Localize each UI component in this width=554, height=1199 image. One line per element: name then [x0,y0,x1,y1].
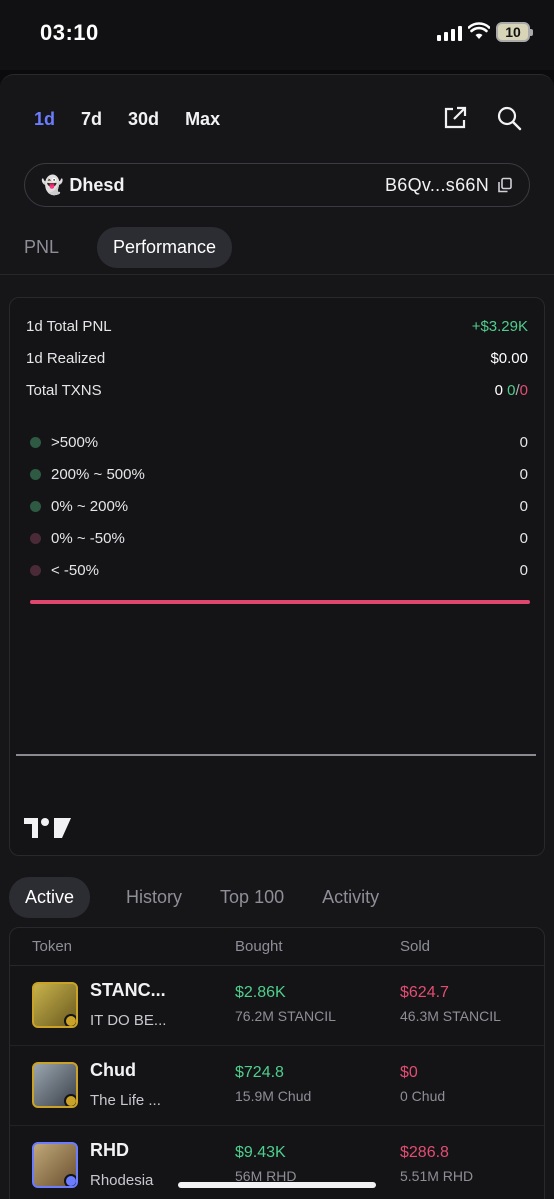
wifi-icon [468,22,490,39]
txns-total: 0 [494,382,503,399]
tab-pnl[interactable]: PNL [24,237,59,258]
total-pnl-label: 1d Total PNL [26,318,112,335]
token-badge-icon [64,1174,76,1186]
total-pnl-value: +$3.29K [471,318,528,335]
table-header: Token Bought Sold [10,928,544,966]
tab-top100[interactable]: Top 100 [220,887,284,908]
token-name: Chud [90,1060,136,1080]
table-row[interactable]: STANC... IT DO BE... $2.86K 76.2M STANCI… [10,966,544,1046]
tradingview-logo-icon[interactable] [24,816,72,840]
bought-value: $9.43K [235,1144,286,1161]
dist-row: 0% ~ -50% 0 [30,530,528,547]
wallet-name: 👻 Dhesd [41,175,124,196]
tab-activity[interactable]: Activity [322,887,379,908]
dist-dot [30,565,41,576]
txns-value: 0 0/0 [495,382,528,399]
external-link-icon[interactable] [442,105,468,131]
sold-qty: 0 Chud [400,1088,446,1104]
dist-row: 0% ~ 200% 0 [30,498,528,515]
dist-label: >500% [51,434,99,451]
dist-dot [30,437,41,448]
token-avatar [32,1062,78,1108]
bought-value: $2.86K [235,984,286,1001]
wallet-address: B6Qv...s66N [385,175,513,196]
dist-count: 0 [519,466,528,483]
time-range-selector: 1d 7d 30d Max [34,109,246,130]
token-avatar [32,1142,78,1188]
token-badge-icon [64,1014,76,1026]
txns-label: Total TXNS [26,382,102,399]
copy-icon[interactable] [497,177,513,193]
range-30d[interactable]: 30d [128,109,159,130]
top-actions [442,105,522,131]
ghost-icon: 👻 [41,174,64,195]
sold-value: $624.7 [400,984,449,1001]
realized-value: $0.00 [490,350,528,367]
token-name: RHD [90,1140,129,1160]
token-name: STANC... [90,980,166,1000]
realized-label: 1d Realized [26,350,106,367]
token-subtitle: IT DO BE... [90,1012,167,1029]
wallet-name-label: Dhesd [69,174,125,195]
status-bar: 03:10 10 [0,0,554,70]
header-token: Token [32,938,73,955]
battery-icon: 10 [496,22,533,42]
dist-row: < -50% 0 [30,562,528,579]
dist-count: 0 [519,434,528,451]
dist-label: 200% ~ 500% [51,466,145,483]
wallet-sheet: 1d 7d 30d Max 👻 Dhesd B6Qv...s66N PNL Pe [0,74,554,1199]
dist-label: 0% ~ -50% [51,530,125,547]
bought-value: $724.8 [235,1064,284,1081]
dist-count: 0 [519,498,528,515]
pnl-chart-line [16,754,536,756]
txns-sell: 0 [519,382,528,399]
dist-label: 0% ~ 200% [51,498,129,515]
tab-active[interactable]: Active [9,877,91,918]
token-avatar [32,982,78,1028]
token-subtitle: The Life ... [90,1092,161,1109]
clock: 03:10 [40,20,99,45]
cellular-signal-icon [437,26,462,41]
tab-history[interactable]: History [126,887,182,908]
search-icon[interactable] [496,105,522,131]
positions-tabs: Active History Top 100 Activity [9,877,417,918]
table-row[interactable]: RHD Rhodesia $9.43K 56M RHD $286.8 5.51M… [10,1126,544,1199]
dist-count: 0 [519,530,528,547]
token-badge-icon [64,1094,76,1106]
dist-label: < -50% [51,562,99,579]
txns-row: Total TXNS 0 0/0 [26,382,528,399]
bought-qty: 76.2M STANCIL [235,1008,336,1024]
sold-value: $0 [400,1064,418,1081]
token-subtitle: Rhodesia [90,1172,154,1189]
wallet-address-label: B6Qv...s66N [384,174,489,195]
performance-card: 1d Total PNL +$3.29K 1d Realized $0.00 T… [9,297,545,856]
realized-row: 1d Realized $0.00 [26,350,528,367]
dist-dot [30,469,41,480]
dist-dot [30,533,41,544]
sold-qty: 5.51M RHD [400,1168,474,1184]
sold-qty: 46.3M STANCIL [400,1008,501,1024]
dist-row: 200% ~ 500% 0 [30,466,528,483]
table-row[interactable]: Chud The Life ... $724.8 15.9M Chud $0 0… [10,1046,544,1126]
header-bought: Bought [235,938,283,955]
home-indicator[interactable] [178,1182,376,1188]
distribution-bar [30,600,530,604]
total-pnl-row: 1d Total PNL +$3.29K [26,318,528,335]
pnl-tabs: PNL Performance [24,227,233,268]
dist-count: 0 [519,562,528,579]
positions-table: Token Bought Sold STANC... IT DO BE... $… [9,927,545,1199]
bought-qty: 15.9M Chud [235,1088,312,1104]
sold-value: $286.8 [400,1144,449,1161]
divider [0,274,554,275]
range-1d[interactable]: 1d [34,109,55,130]
header-sold: Sold [400,938,431,955]
range-max[interactable]: Max [185,109,220,130]
wallet-selector[interactable]: 👻 Dhesd B6Qv...s66N [24,163,530,207]
range-7d[interactable]: 7d [81,109,102,130]
tab-performance[interactable]: Performance [97,227,233,268]
dist-row: >500% 0 [30,434,528,451]
dist-dot [30,501,41,512]
